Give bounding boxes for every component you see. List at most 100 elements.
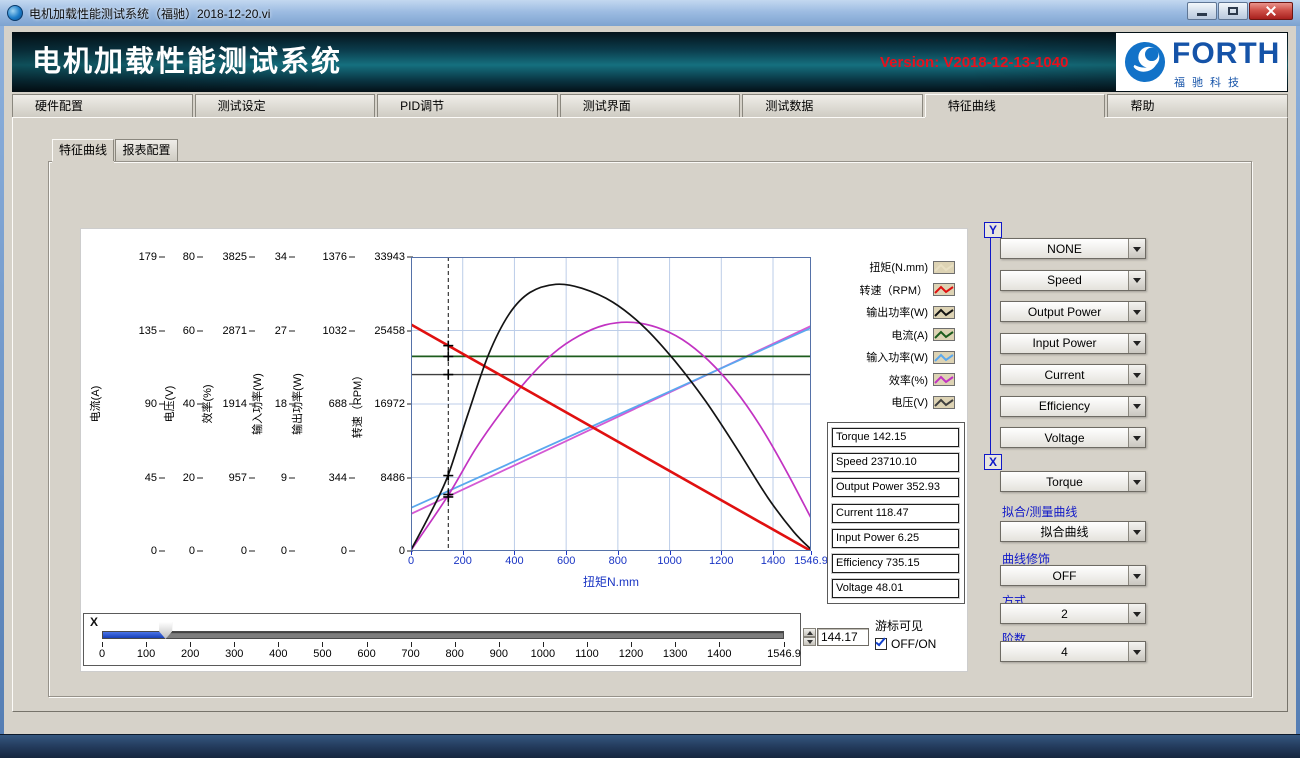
cursor-readout: Speed 23710.10 (832, 453, 959, 472)
curve-decorate-select[interactable]: OFF (1000, 565, 1146, 586)
subtab-characteristic-curve[interactable]: 特征曲线 (52, 139, 114, 161)
y-axis-tick: 0 (281, 545, 287, 557)
y-axis-tick: 0 (341, 545, 347, 557)
forth-logo-icon (1124, 41, 1166, 83)
fit-measure-select-value: 拟合曲线 (1001, 523, 1128, 540)
plot-legend: 扭矩(N.mm) 转速（RPM） 输出功率(W) 电流(A) 输入功率(W) 效率(%) 电… (797, 257, 959, 419)
order-select[interactable]: 4 (1000, 641, 1146, 662)
x-axis-select[interactable]: Torque (1000, 471, 1146, 492)
chevron-down-icon[interactable] (1128, 522, 1145, 541)
legend-label: 转速（RPM） (860, 282, 928, 298)
tab-characteristic-curve[interactable]: 特征曲线 (925, 94, 1106, 117)
order-select-value: 4 (1001, 645, 1128, 659)
y-axis-tick: 9 (281, 472, 287, 484)
y-plot-select-6[interactable]: Voltage (1000, 427, 1146, 448)
fit-measure-select-label: 拟合/测量曲线 (1002, 503, 1077, 520)
y-axis-tick-mark (197, 477, 203, 478)
tab-pid-tuning[interactable]: PID调节 (377, 94, 558, 117)
mode-select[interactable]: 2 (1000, 603, 1146, 624)
cursor-readout: Output Power 352.93 (832, 478, 959, 497)
chevron-down-icon[interactable] (1128, 302, 1145, 321)
y-plot-select-3[interactable]: Input Power (1000, 333, 1146, 354)
main-window: 电机加载性能测试系统 Version: V2018-12-13-1040 FOR… (4, 26, 1296, 734)
tab-test-data[interactable]: 测试数据 (742, 94, 923, 117)
y-axis-tick: 0 (151, 545, 157, 557)
y-plot-select-1[interactable]: Speed (1000, 270, 1146, 291)
chevron-down-icon[interactable] (1128, 239, 1145, 258)
title-bar[interactable]: 电机加载性能测试系统（福驰）2018-12-20.vi (0, 0, 1300, 26)
mode-select-value: 2 (1001, 607, 1128, 621)
xy-graph-plot-area[interactable] (411, 257, 811, 551)
legend-item[interactable]: 转速（RPM） (860, 282, 955, 298)
y-axis-tick-mark (197, 551, 203, 552)
slider-track[interactable] (102, 631, 784, 639)
slider-tick-mark (234, 642, 235, 647)
y-axis-tick: 3825 (223, 251, 247, 263)
chevron-down-icon[interactable] (1128, 566, 1145, 585)
y-axis-tick: 34 (275, 251, 287, 263)
minimize-button[interactable] (1187, 2, 1217, 20)
y-axis-tick-mark (197, 257, 203, 258)
spinner-up-icon[interactable] (803, 628, 816, 637)
legend-item[interactable]: 输入功率(W) (866, 349, 955, 365)
subtab-report-config[interactable]: 报表配置 (115, 139, 178, 161)
chevron-down-icon[interactable] (1128, 365, 1145, 384)
maximize-button[interactable] (1218, 2, 1248, 20)
legend-item[interactable]: 电压(V) (891, 394, 955, 410)
y-plot-select-0[interactable]: NONE (1000, 238, 1146, 259)
slider-tick-label: 900 (490, 648, 508, 660)
yx-connector-line (990, 238, 991, 454)
y-axis-tick: 179 (139, 251, 157, 263)
slider-x-label: X (90, 615, 98, 629)
legend-swatch-icon[interactable] (933, 283, 955, 296)
cursor-x-input[interactable] (817, 628, 869, 646)
legend-item[interactable]: 输出功率(W) (866, 304, 955, 320)
slider-tick-mark (543, 642, 544, 647)
legend-swatch-icon[interactable] (933, 261, 955, 274)
cursor-readout: Current 118.47 (832, 504, 959, 523)
tab-help[interactable]: 帮助 (1107, 94, 1288, 117)
chevron-down-icon[interactable] (1128, 472, 1145, 491)
legend-swatch-icon[interactable] (933, 396, 955, 409)
taskbar[interactable] (0, 734, 1300, 758)
cursor-visible-checkbox[interactable]: OFF/ON (875, 637, 936, 651)
slider-tick-label: 1100 (575, 648, 599, 660)
y-axis-tick: 27 (275, 325, 287, 337)
y-axis-tick-mark (289, 330, 295, 331)
x-axis-tag: X (984, 454, 1002, 470)
legend-swatch-icon[interactable] (933, 351, 955, 364)
chevron-down-icon[interactable] (1128, 397, 1145, 416)
chevron-down-icon[interactable] (1128, 642, 1145, 661)
fit-measure-select[interactable]: 拟合曲线 (1000, 521, 1146, 542)
legend-item[interactable]: 扭矩(N.mm) (869, 259, 955, 275)
tab-test-setting[interactable]: 测试设定 (195, 94, 376, 117)
slider-tick-mark (719, 642, 720, 647)
spinner-down-icon[interactable] (803, 637, 816, 646)
cursor-visible-label: 游标可见 (875, 617, 923, 634)
maximize-icon (1228, 7, 1238, 15)
chevron-down-icon[interactable] (1128, 334, 1145, 353)
legend-item[interactable]: 电流(A) (891, 327, 955, 343)
legend-swatch-icon[interactable] (933, 306, 955, 319)
legend-swatch-icon[interactable] (933, 373, 955, 386)
chevron-down-icon[interactable] (1128, 271, 1145, 290)
y-plot-select-2[interactable]: Output Power (1000, 301, 1146, 322)
tab-hardware-config[interactable]: 硬件配置 (12, 94, 193, 117)
y-axis-tick-mark (159, 330, 165, 331)
close-button[interactable] (1249, 2, 1293, 20)
x-axis-ticks: 02004006008001000120014001546.9 (411, 551, 811, 569)
page-title: 电机加载性能测试系统 (32, 32, 342, 92)
y-plot-select-4[interactable]: Current (1000, 364, 1146, 385)
legend-item[interactable]: 效率(%) (889, 372, 955, 388)
chevron-down-icon[interactable] (1128, 604, 1145, 623)
chevron-down-icon[interactable] (1128, 428, 1145, 447)
y-axis-name: 转速（RPM） (349, 370, 365, 438)
y-plot-select-5[interactable]: Efficiency (1000, 396, 1146, 417)
tab-test-interface[interactable]: 测试界面 (560, 94, 741, 117)
legend-swatch-icon[interactable] (933, 328, 955, 341)
slider-tick-mark (455, 642, 456, 647)
checkbox-icon[interactable] (875, 638, 887, 650)
y-axis-tick: 40 (183, 398, 195, 410)
slider-tick-label: 1546.9 (767, 648, 801, 660)
y-axis-tick: 18 (275, 398, 287, 410)
